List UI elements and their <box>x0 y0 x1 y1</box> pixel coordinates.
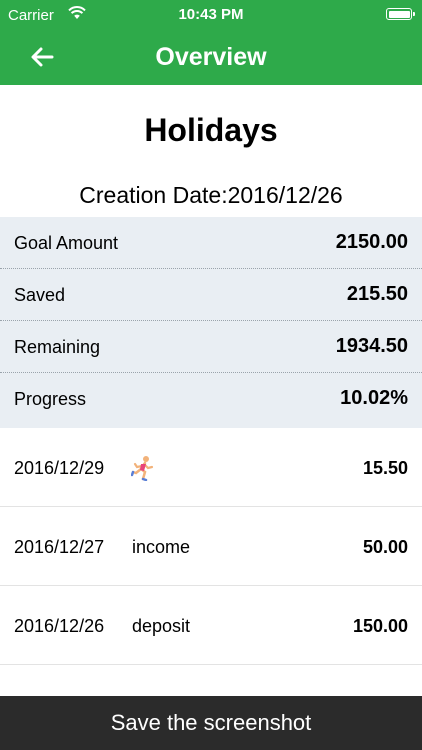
summary-label: Progress <box>14 389 87 409</box>
save-screenshot-button[interactable]: Save the screenshot <box>0 696 422 750</box>
summary-row-remaining: Remaining 1934.50 <box>0 321 422 373</box>
transaction-amount: 15.50 <box>362 458 408 478</box>
nav-bar: Overview <box>0 30 422 85</box>
goal-title: Holidays <box>144 112 278 148</box>
summary-table: Goal Amount 2150.00 Saved 215.50 Remaini… <box>0 217 422 428</box>
battery-icon <box>386 8 415 20</box>
runner-icon <box>130 455 155 482</box>
summary-label: Goal Amount <box>14 233 119 253</box>
creation-date: Creation Date:2016/12/26 <box>0 182 422 209</box>
status-bar: Carrier 10:43 PM <box>0 0 422 30</box>
summary-label: Saved <box>14 285 66 305</box>
transaction-date: 2016/12/29 <box>14 458 105 478</box>
creation-date-label: Creation Date: <box>79 182 228 208</box>
transaction-row[interactable]: 2016/12/29 15.50 <box>0 428 422 507</box>
transaction-row[interactable]: 2016/12/27 income 50.00 <box>0 507 422 586</box>
summary-value: 10.02% <box>340 387 408 409</box>
summary-value: 2150.00 <box>335 231 408 253</box>
summary-row-saved: Saved 215.50 <box>0 269 422 321</box>
summary-label: Remaining <box>14 337 101 357</box>
summary-value: 1934.50 <box>335 335 408 357</box>
clock: 10:43 PM <box>178 6 244 23</box>
summary-row-progress: Progress 10.02% <box>0 373 422 425</box>
transaction-list: 2016/12/29 15.50 2016/12/27 income 50.00… <box>0 428 422 665</box>
summary-value: 215.50 <box>346 283 408 305</box>
transaction-description: income <box>132 537 191 557</box>
page-title: Overview <box>155 43 267 71</box>
transaction-amount: 150.00 <box>352 616 408 636</box>
transaction-row[interactable]: 2016/12/26 deposit 150.00 <box>0 586 422 665</box>
transaction-date: 2016/12/26 <box>14 616 105 636</box>
transaction-date: 2016/12/27 <box>14 537 105 557</box>
summary-row-goal-amount: Goal Amount 2150.00 <box>0 217 422 269</box>
creation-date-value: 2016/12/26 <box>227 182 343 208</box>
transaction-description: deposit <box>132 616 191 636</box>
transaction-amount: 50.00 <box>362 537 408 557</box>
